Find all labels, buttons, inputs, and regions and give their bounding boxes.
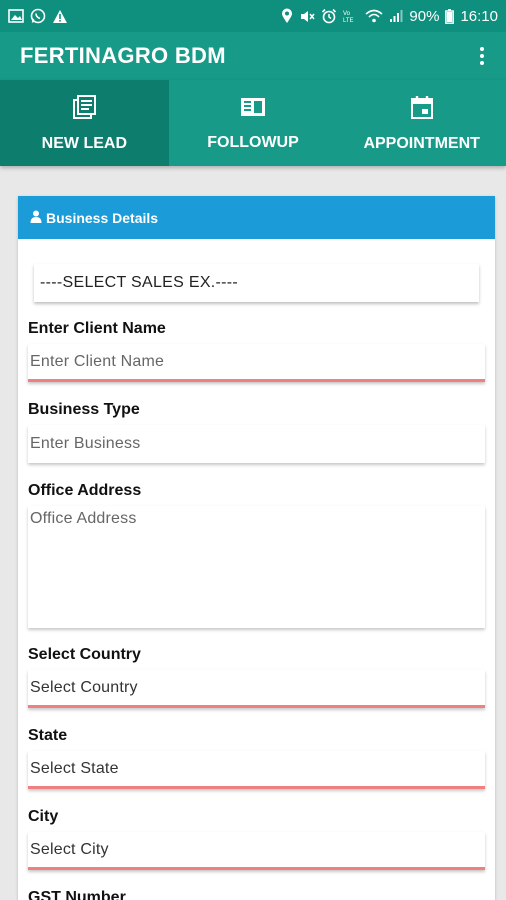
status-bar: Vo LTE 90% 16:10 — [0, 0, 506, 32]
status-time: 16:10 — [460, 7, 498, 25]
office-address-label: Office Address — [28, 482, 142, 499]
battery-icon — [445, 8, 455, 24]
status-right-icons: Vo LTE 90% 16:10 — [281, 8, 498, 25]
svg-text:Vo: Vo — [343, 11, 351, 17]
app-bar: FERTINAGRO BDM — [0, 32, 506, 80]
state-label: State — [28, 727, 68, 744]
status-left-icons — [8, 8, 68, 24]
news-icon — [239, 95, 267, 124]
client-name-label: Enter Client Name — [28, 320, 166, 337]
tab-bar: NEW LEAD FOLLOWUP APPOINTMENT — [0, 80, 506, 166]
image-icon — [8, 9, 24, 23]
tab-new-lead[interactable]: NEW LEAD — [0, 80, 169, 166]
tab-followup[interactable]: FOLLOWUP — [169, 80, 338, 166]
city-label: City — [28, 808, 59, 825]
alarm-icon — [321, 8, 337, 24]
tab-label: APPOINTMENT — [363, 134, 480, 152]
section-title: Business Details — [46, 209, 159, 226]
tab-label: FOLLOWUP — [207, 133, 299, 151]
wifi-icon — [365, 9, 383, 23]
signal-icon — [389, 9, 403, 23]
city-select[interactable]: Select City — [28, 832, 485, 870]
gst-number-label: GST Number — [28, 889, 126, 900]
country-select[interactable]: Select Country — [28, 670, 485, 708]
battery-percent: 90% — [409, 7, 440, 25]
sales-ex-select[interactable]: ----SELECT SALES EX.---- — [34, 264, 479, 302]
mute-icon — [299, 9, 316, 24]
overflow-menu-icon[interactable] — [474, 41, 490, 71]
tab-label: NEW LEAD — [41, 134, 127, 152]
list-icon — [71, 94, 97, 125]
state-select[interactable]: Select State — [28, 751, 485, 789]
business-details-card: Business Details ----SELECT SALES EX.---… — [18, 196, 495, 900]
client-name-input[interactable]: Enter Client Name — [28, 344, 485, 382]
whatsapp-icon — [30, 8, 46, 24]
business-type-label: Business Type — [28, 401, 140, 418]
section-header: Business Details — [18, 196, 495, 239]
business-type-input[interactable]: Enter Business — [28, 425, 485, 463]
volte-icon: Vo LTE — [343, 9, 359, 23]
calendar-icon — [409, 94, 435, 125]
country-label: Select Country — [28, 646, 141, 663]
warning-icon — [52, 9, 68, 24]
office-address-textarea[interactable]: Office Address — [28, 506, 485, 628]
user-icon — [30, 210, 42, 226]
svg-text:LTE: LTE — [343, 18, 354, 23]
tab-appointment[interactable]: APPOINTMENT — [337, 80, 506, 166]
app-title: FERTINAGRO BDM — [20, 43, 226, 68]
location-icon — [281, 8, 293, 24]
